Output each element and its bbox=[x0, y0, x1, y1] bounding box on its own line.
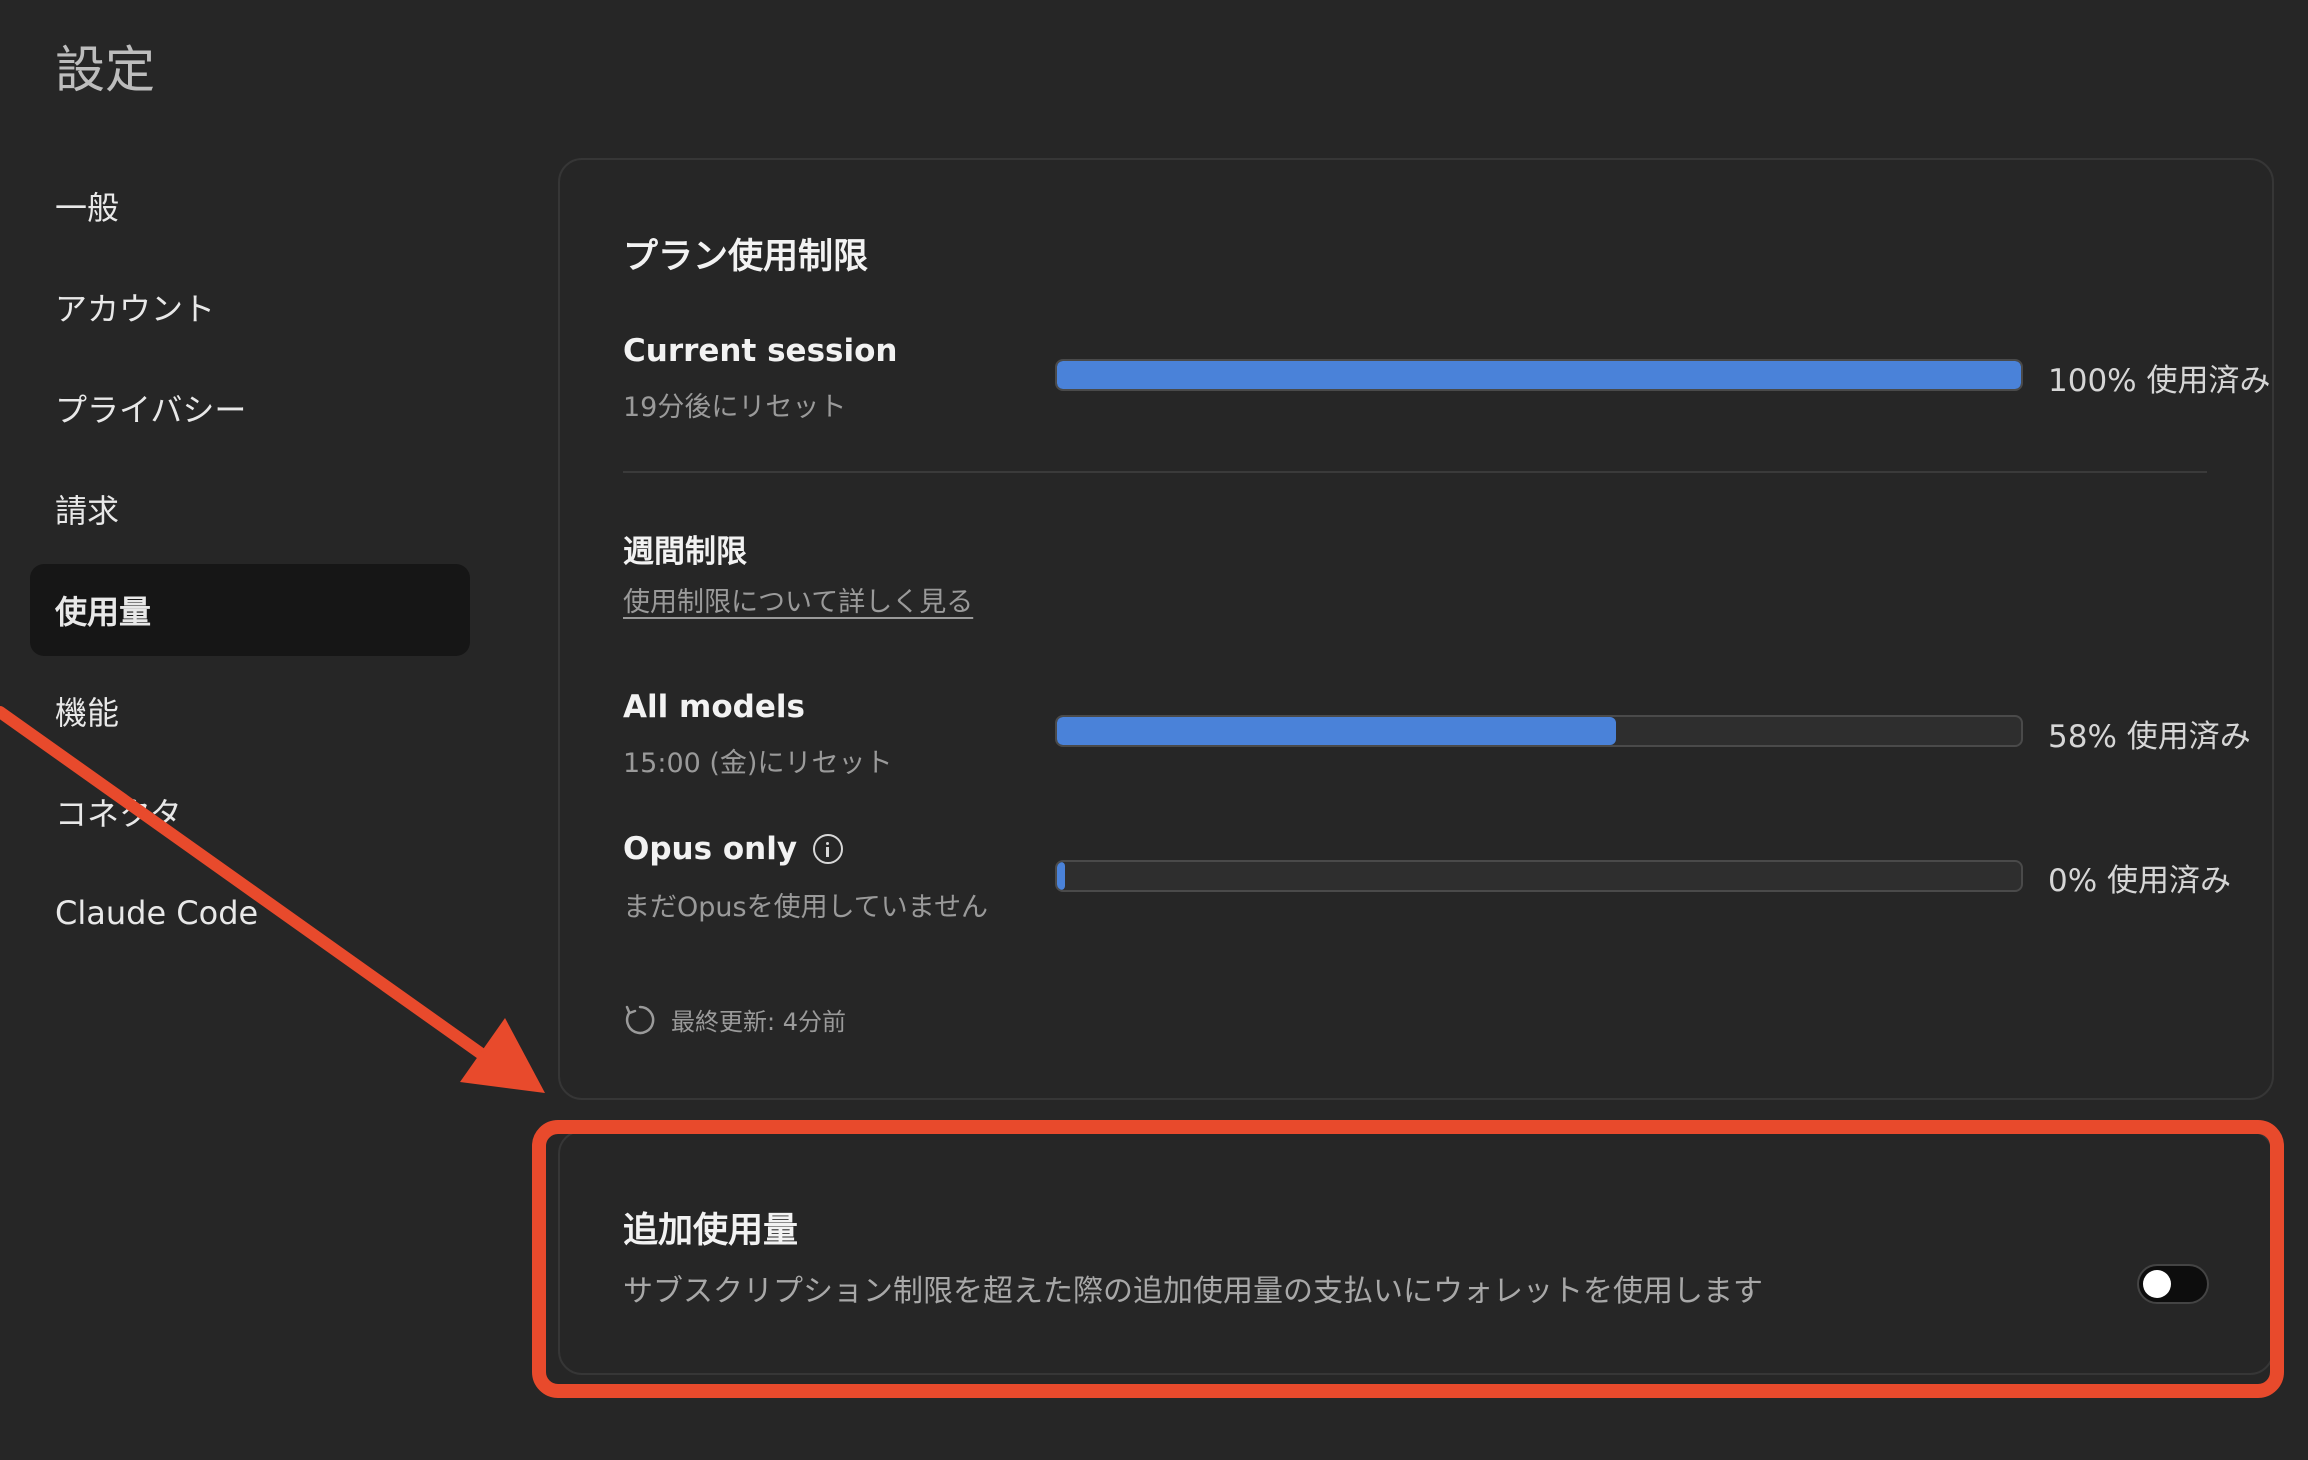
sidebar-item-label: Claude Code bbox=[55, 894, 259, 932]
page-title: 設定 bbox=[55, 41, 155, 99]
sidebar-item-general[interactable]: 一般 bbox=[30, 160, 470, 252]
opus-only-row-label: Opus only bbox=[623, 831, 844, 867]
opus-only-progress-bar bbox=[1055, 860, 2023, 892]
sidebar-item-features[interactable]: 機能 bbox=[30, 665, 470, 757]
sidebar-item-label: 一般 bbox=[55, 189, 120, 227]
all-models-progress-bar bbox=[1055, 715, 2023, 747]
sidebar-item-label: 請求 bbox=[55, 492, 120, 530]
info-icon[interactable] bbox=[813, 834, 844, 864]
sidebar-item-privacy[interactable]: プライバシー bbox=[30, 362, 470, 454]
all-models-label: All models bbox=[623, 689, 805, 725]
opus-only-label: Opus only bbox=[623, 831, 798, 867]
settings-page: 設定 一般 アカウント プライバシー 請求 使用量 機能 コネクタ Claude… bbox=[0, 0, 2308, 1460]
opus-only-note: まだOpusを使用していません bbox=[623, 892, 988, 923]
current-session-reset: 19分後にリセット bbox=[623, 392, 847, 423]
extra-usage-card bbox=[558, 1130, 2274, 1375]
plan-limits-heading: プラン使用制限 bbox=[623, 237, 869, 277]
extra-usage-toggle[interactable] bbox=[2137, 1264, 2209, 1304]
extra-usage-heading: 追加使用量 bbox=[623, 1211, 799, 1251]
current-session-progress-fill bbox=[1057, 361, 2021, 389]
sidebar-item-label: アカウント bbox=[55, 290, 216, 328]
refresh-icon[interactable] bbox=[623, 1003, 657, 1037]
sidebar-item-label: コネクタ bbox=[55, 795, 182, 833]
current-session-progress-bar bbox=[1055, 359, 2023, 391]
sidebar: 一般 アカウント プライバシー 請求 使用量 機能 コネクタ Claude Co… bbox=[30, 160, 470, 968]
sidebar-item-claude-code[interactable]: Claude Code bbox=[30, 867, 470, 959]
plan-limits-card bbox=[558, 158, 2274, 1100]
opus-only-progress-fill bbox=[1057, 862, 1065, 890]
all-models-progress-fill bbox=[1057, 717, 1617, 745]
divider bbox=[623, 471, 2207, 473]
sidebar-item-label: プライバシー bbox=[55, 391, 247, 429]
last-updated-row: 最終更新: 4分前 bbox=[623, 1002, 846, 1037]
sidebar-item-label: 機能 bbox=[55, 694, 120, 732]
sidebar-item-label: 使用量 bbox=[55, 593, 152, 631]
sidebar-item-account[interactable]: アカウント bbox=[30, 261, 470, 353]
current-session-usage-text: 100% 使用済み bbox=[2048, 363, 2271, 399]
current-session-label: Current session bbox=[623, 333, 898, 369]
toggle-knob bbox=[2143, 1270, 2171, 1298]
sidebar-item-billing[interactable]: 請求 bbox=[30, 463, 470, 555]
sidebar-item-usage[interactable]: 使用量 bbox=[30, 564, 470, 656]
last-updated-text: 最終更新: 4分前 bbox=[671, 1008, 846, 1036]
learn-more-usage-limits-link[interactable]: 使用制限について詳しく見る bbox=[623, 580, 973, 619]
sidebar-item-connectors[interactable]: コネクタ bbox=[30, 766, 470, 858]
opus-only-usage-text: 0% 使用済み bbox=[2048, 863, 2232, 899]
extra-usage-description: サブスクリプション制限を超えた際の追加使用量の支払いにウォレットを使用します bbox=[623, 1274, 1763, 1309]
weekly-limits-heading: 週間制限 bbox=[623, 534, 747, 570]
all-models-reset: 15:00 (金)にリセット bbox=[623, 748, 893, 779]
all-models-usage-text: 58% 使用済み bbox=[2048, 719, 2251, 755]
